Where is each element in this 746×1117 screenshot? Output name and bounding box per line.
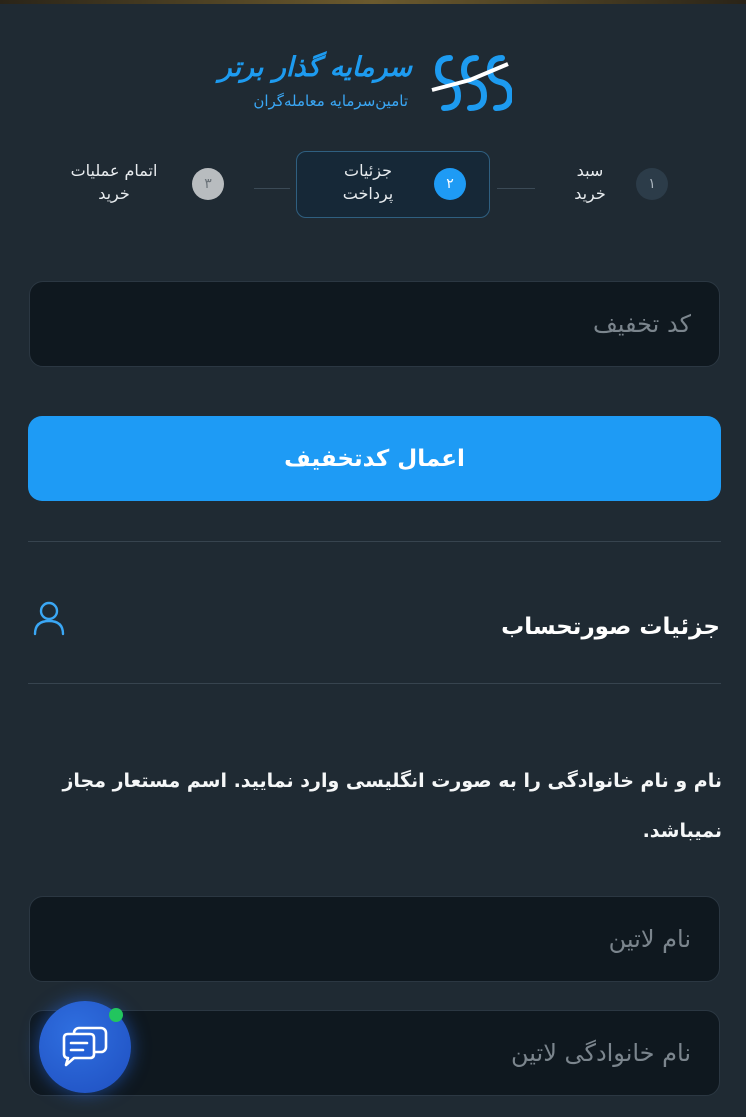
top-accent-bar bbox=[0, 0, 746, 4]
step-1-label[interactable]: سبد خرید bbox=[560, 159, 620, 205]
billing-details-title: جزئیات صورتحساب bbox=[501, 614, 720, 640]
latin-first-name-input[interactable] bbox=[30, 897, 719, 981]
user-icon bbox=[33, 601, 65, 636]
brand-logo[interactable]: سرمایه گذار برتر تامین‌سرمایه معامله‌گرا… bbox=[219, 48, 516, 120]
section-divider bbox=[28, 683, 721, 684]
discount-code-field[interactable] bbox=[29, 281, 720, 367]
latin-first-name-field[interactable] bbox=[29, 896, 720, 982]
stepper-connector bbox=[254, 188, 290, 189]
step-3-label[interactable]: اتمام عملیات خرید bbox=[60, 159, 168, 205]
discount-code-input[interactable] bbox=[30, 282, 719, 366]
step-2-indicator[interactable]: ۲ bbox=[434, 168, 466, 200]
checkout-stepper: ۱ سبد خرید ۲ جزئیات پرداخت ۳ اتمام عملیا… bbox=[0, 150, 746, 220]
logo-subtitle: تامین‌سرمایه معامله‌گران bbox=[253, 92, 408, 110]
apply-discount-button[interactable]: اعمال کدتخفیف bbox=[28, 416, 721, 501]
step-1-indicator[interactable]: ۱ bbox=[636, 168, 668, 200]
logo-mark-icon bbox=[431, 55, 512, 111]
online-status-dot bbox=[109, 1008, 123, 1022]
stepper-connector bbox=[497, 188, 535, 189]
chat-icon bbox=[62, 1026, 108, 1067]
logo-title: سرمایه گذار برتر bbox=[218, 52, 413, 83]
section-divider bbox=[28, 541, 721, 542]
step-3-indicator[interactable]: ۳ bbox=[192, 168, 224, 200]
name-entry-notice: نام و نام خانوادگی را به صورت انگلیسی وا… bbox=[62, 770, 722, 842]
step-2-label[interactable]: جزئیات پرداخت bbox=[328, 159, 408, 205]
latin-last-name-input[interactable] bbox=[30, 1011, 719, 1095]
latin-last-name-field[interactable] bbox=[29, 1010, 720, 1096]
